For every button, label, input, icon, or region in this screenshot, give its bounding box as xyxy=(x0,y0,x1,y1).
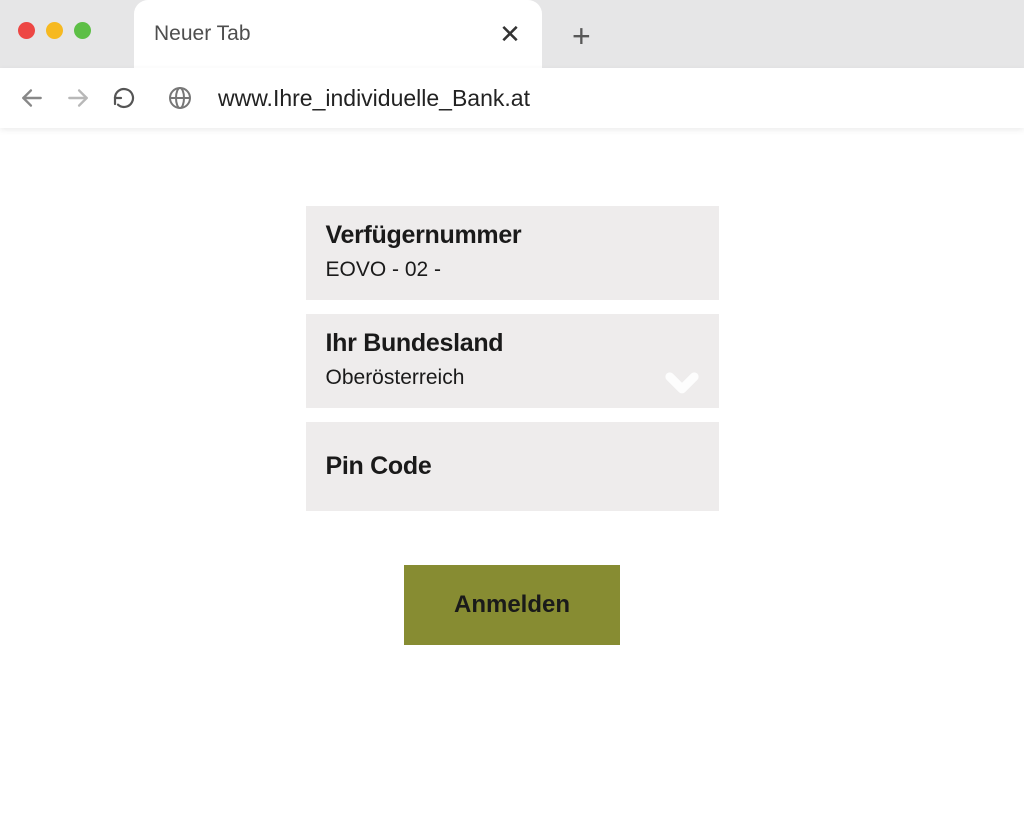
reload-button[interactable] xyxy=(110,84,138,112)
browser-tab[interactable]: Neuer Tab ✕ xyxy=(134,0,542,68)
bundesland-label: Ihr Bundesland xyxy=(326,329,699,358)
verfuegernummer-label: Verfügernummer xyxy=(326,221,699,250)
bundesland-select[interactable]: Ihr Bundesland Oberösterreich xyxy=(306,314,719,408)
browser-nav-bar: www.Ihre_individuelle_Bank.at xyxy=(0,68,1024,128)
bundesland-value: Oberösterreich xyxy=(326,366,699,390)
chevron-down-icon xyxy=(661,361,703,408)
close-window-button[interactable] xyxy=(18,22,35,39)
pin-code-field[interactable]: Pin Code xyxy=(306,422,719,511)
pin-code-label: Pin Code xyxy=(326,452,699,481)
tab-title: Neuer Tab xyxy=(154,22,498,46)
login-button[interactable]: Anmelden xyxy=(404,565,620,645)
new-tab-button[interactable]: + xyxy=(572,18,591,55)
close-tab-icon[interactable]: ✕ xyxy=(498,19,522,50)
address-bar[interactable]: www.Ihre_individuelle_Bank.at xyxy=(218,85,530,112)
minimize-window-button[interactable] xyxy=(46,22,63,39)
verfuegernummer-field[interactable]: Verfügernummer EOVO - 02 - xyxy=(306,206,719,300)
back-button[interactable] xyxy=(18,84,46,112)
window-controls xyxy=(18,22,91,39)
security-globe-icon xyxy=(166,84,194,112)
browser-tab-bar: Neuer Tab ✕ + xyxy=(0,0,1024,68)
maximize-window-button[interactable] xyxy=(74,22,91,39)
login-form: Verfügernummer EOVO - 02 - Ihr Bundeslan… xyxy=(0,128,1024,645)
verfuegernummer-value: EOVO - 02 - xyxy=(326,258,699,282)
forward-button[interactable] xyxy=(64,84,92,112)
